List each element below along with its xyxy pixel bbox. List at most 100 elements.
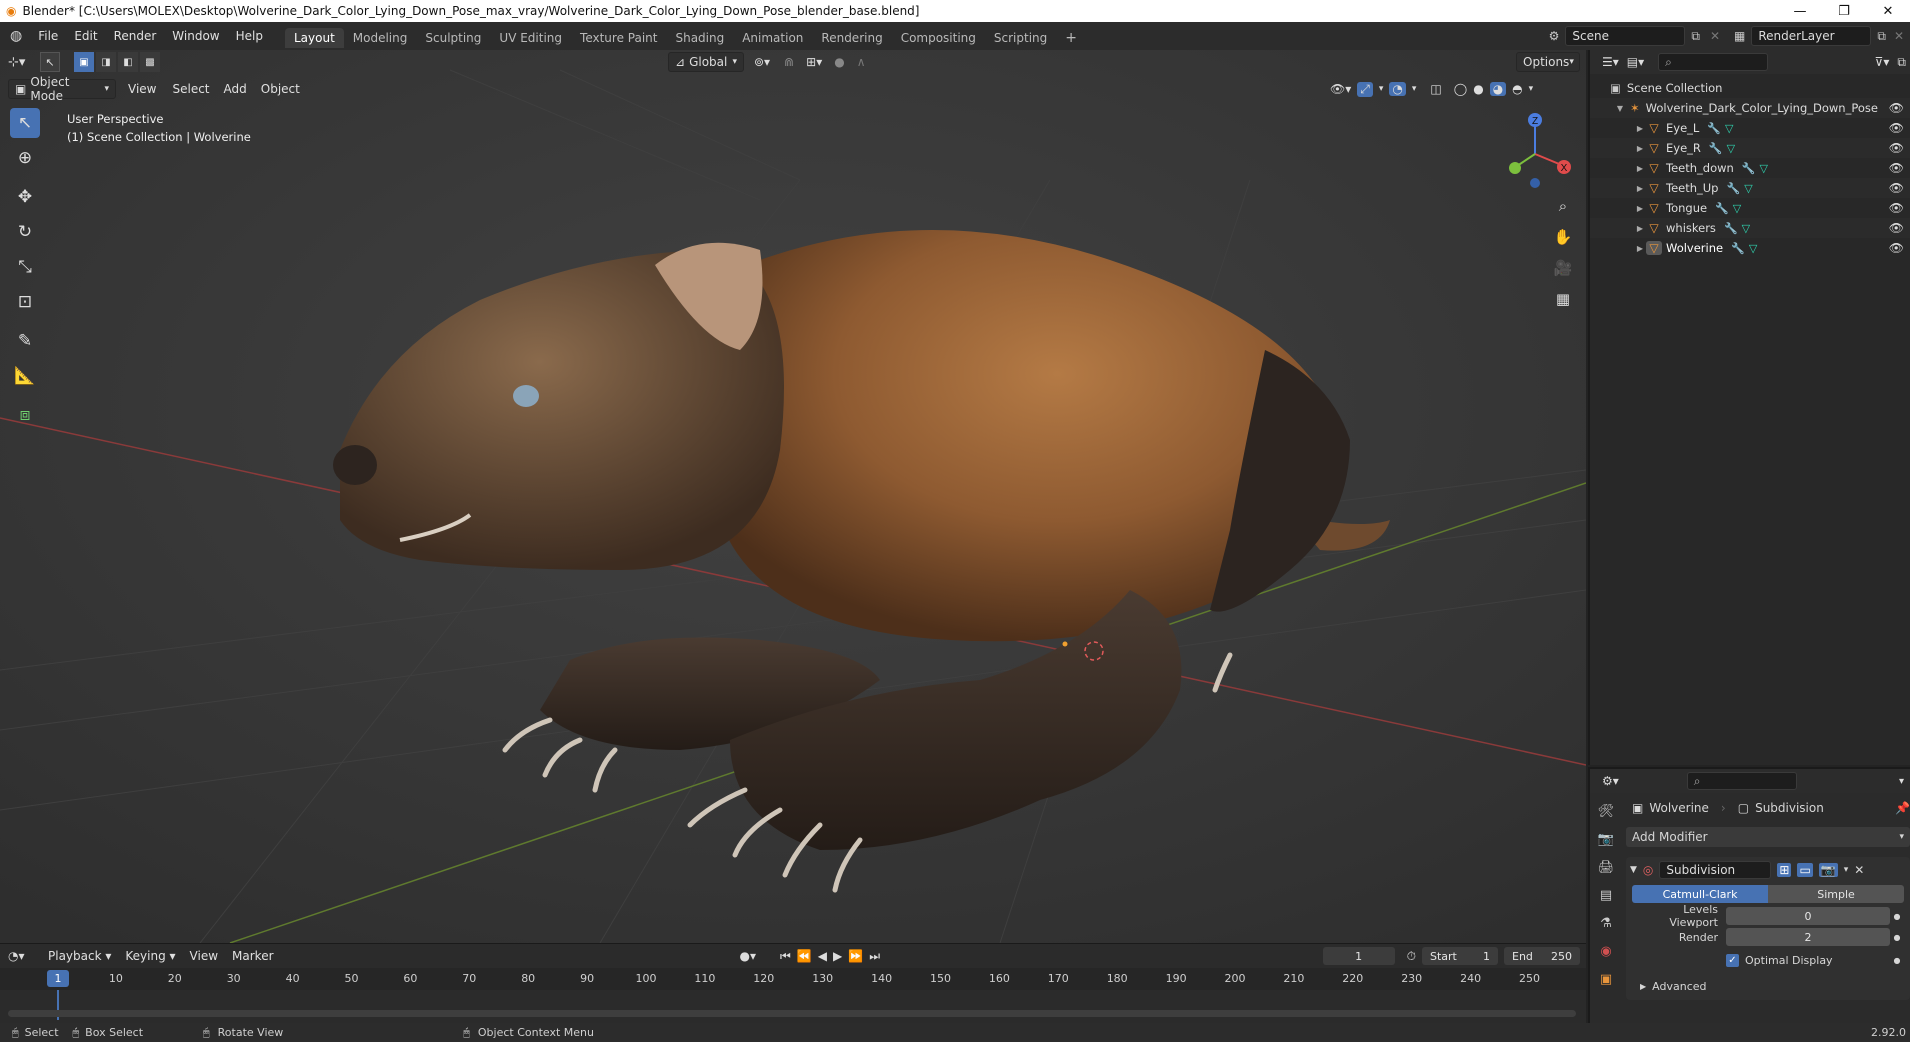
- tab-animation[interactable]: Animation: [733, 28, 812, 48]
- select-extend-icon[interactable]: ◨: [96, 52, 116, 72]
- editor-type-icon[interactable]: ⊹▾: [8, 55, 36, 70]
- tab-object[interactable]: ▣: [1594, 967, 1618, 991]
- remove-modifier-icon[interactable]: ✕: [1854, 863, 1864, 877]
- minimize-button[interactable]: —: [1778, 4, 1822, 19]
- mesh-data-icon[interactable]: ▽: [1744, 182, 1752, 195]
- menu-help[interactable]: Help: [228, 22, 271, 50]
- expand-arrow-icon[interactable]: ▶: [1634, 164, 1646, 173]
- expand-arrow-icon[interactable]: ▶: [1634, 204, 1646, 213]
- outliner-row-collection[interactable]: ▼ ✶ Wolverine_Dark_Color_Lying_Down_Pose…: [1590, 98, 1910, 118]
- overlay-toggle-icon[interactable]: ◔: [1389, 82, 1406, 96]
- modifier-wrench-icon[interactable]: 🔧: [1709, 142, 1723, 155]
- timeline-scrollbar[interactable]: [8, 1010, 1576, 1017]
- jump-start-icon[interactable]: ⏮: [780, 949, 791, 964]
- camera-view-button[interactable]: 🎥: [1551, 256, 1575, 280]
- scene-field[interactable]: Scene: [1565, 26, 1686, 46]
- properties-editor-icon[interactable]: ⚙▾: [1602, 774, 1619, 788]
- pin-icon[interactable]: 📌: [1895, 801, 1910, 815]
- start-frame-field[interactable]: Start 1: [1422, 947, 1498, 965]
- tab-output[interactable]: 🖨: [1594, 855, 1618, 879]
- renderlayer-field[interactable]: RenderLayer: [1751, 26, 1872, 46]
- tab-layout[interactable]: Layout: [284, 28, 344, 48]
- outliner-row-object[interactable]: ▶ ▽ Eye_L 🔧 ▽ 👁: [1590, 118, 1910, 138]
- viewport-menu-object[interactable]: Object: [257, 78, 304, 100]
- keying-menu[interactable]: Keying ▾: [121, 944, 179, 968]
- select-intersect-icon[interactable]: ▩: [140, 52, 160, 72]
- stopwatch-icon[interactable]: ⏱: [1407, 949, 1416, 964]
- outliner-search[interactable]: ⌕: [1658, 53, 1769, 71]
- tab-render[interactable]: 📷: [1594, 827, 1618, 851]
- viewport-toggle-icon[interactable]: ▭: [1797, 863, 1813, 877]
- viewport-menu-view[interactable]: View: [120, 78, 164, 100]
- modifier-menu-icon[interactable]: ▾: [1844, 865, 1849, 875]
- snap-target-icon[interactable]: ⊞▾: [802, 55, 826, 69]
- edit-mode-toggle-icon[interactable]: ⊞: [1777, 863, 1792, 877]
- keyframe-dot-icon[interactable]: ●: [1890, 956, 1904, 965]
- modifier-wrench-icon[interactable]: 🔧: [1731, 242, 1745, 255]
- menu-edit[interactable]: Edit: [66, 22, 105, 50]
- solid-shading-icon[interactable]: ●: [1473, 82, 1483, 96]
- simple-button[interactable]: Simple: [1768, 885, 1904, 903]
- snap-icon[interactable]: ⋒: [780, 55, 798, 69]
- gizmo-dropdown-icon[interactable]: ▾: [1379, 84, 1384, 94]
- collapse-arrow-icon[interactable]: ▼: [1630, 865, 1637, 875]
- tweak-tool-icon[interactable]: ↖: [40, 52, 60, 72]
- display-mode-icon[interactable]: ▤▾: [1627, 55, 1644, 69]
- menu-render[interactable]: Render: [106, 22, 165, 50]
- outliner-row-scene-collection[interactable]: ▣ Scene Collection: [1590, 78, 1910, 98]
- tab-scripting[interactable]: Scripting: [985, 28, 1056, 48]
- timeline-view-menu[interactable]: View: [186, 944, 222, 968]
- navigation-gizmo[interactable]: Z X: [1494, 108, 1576, 190]
- playback-menu[interactable]: Playback ▾: [44, 944, 115, 968]
- viewport-menu-add[interactable]: Add: [218, 78, 253, 100]
- eye-icon[interactable]: 👁: [1889, 241, 1904, 255]
- close-window-button[interactable]: ✕: [1866, 4, 1910, 19]
- outliner-row-object[interactable]: ▶ ▽ Eye_R 🔧 ▽ 👁: [1590, 138, 1910, 158]
- mesh-data-icon[interactable]: ▽: [1760, 162, 1768, 175]
- tab-view-layer[interactable]: ▤: [1594, 883, 1618, 907]
- mesh-data-icon[interactable]: ▽: [1727, 142, 1735, 155]
- play-icon[interactable]: ▶: [833, 949, 842, 963]
- outliner-row-object[interactable]: ▶ ▽ Teeth_down 🔧 ▽ 👁: [1590, 158, 1910, 178]
- tab-uv-editing[interactable]: UV Editing: [490, 28, 571, 48]
- 3d-viewport[interactable]: ⊹▾ ↖ ▣ ◨ ◧ ▩ ▣ Object Mode ▾ View Select…: [0, 50, 1586, 943]
- tab-shading[interactable]: Shading: [666, 28, 733, 48]
- optimal-display-checkbox[interactable]: ✓: [1726, 953, 1739, 967]
- restore-button[interactable]: ❐: [1822, 4, 1866, 19]
- eye-icon[interactable]: 👁: [1889, 141, 1904, 155]
- gizmo-toggle-icon[interactable]: ⤢: [1357, 81, 1373, 97]
- new-scene-icon[interactable]: ⧉: [1685, 29, 1706, 44]
- mesh-data-icon[interactable]: ▽: [1749, 242, 1757, 255]
- pan-view-button[interactable]: ✋: [1551, 225, 1575, 249]
- mesh-data-icon[interactable]: ▽: [1733, 202, 1741, 215]
- outliner-row-object-active[interactable]: ▶ ▽ Wolverine 🔧 ▽ 👁: [1590, 238, 1910, 258]
- select-new-icon[interactable]: ▣: [74, 52, 94, 72]
- eye-icon[interactable]: 👁: [1889, 181, 1904, 195]
- select-box-tool[interactable]: ↖: [10, 108, 40, 138]
- render-levels-field[interactable]: 2: [1726, 928, 1890, 946]
- overlay-dropdown-icon[interactable]: ▾: [1412, 84, 1417, 94]
- delete-scene-icon[interactable]: ✕: [1706, 29, 1724, 43]
- marker-menu[interactable]: Marker: [228, 944, 277, 968]
- shading-dropdown-icon[interactable]: ▾: [1529, 84, 1534, 94]
- xray-icon[interactable]: ◫: [1430, 82, 1441, 96]
- frame-ruler[interactable]: 10 20 30 40 50 60 70 80 90 100 110 120 130 140 150 160 1…: [0, 968, 1586, 990]
- new-renderlayer-icon[interactable]: ⧉: [1871, 29, 1892, 44]
- expand-arrow-icon[interactable]: ▼: [1614, 104, 1626, 113]
- filter-icon[interactable]: ⊽▾: [1875, 55, 1890, 69]
- measure-tool[interactable]: 📐: [10, 361, 40, 391]
- tab-modeling[interactable]: Modeling: [344, 28, 417, 48]
- outliner-row-object[interactable]: ▶ ▽ Tongue 🔧 ▽ 👁: [1590, 198, 1910, 218]
- visibility-icon[interactable]: 👁▾: [1330, 82, 1351, 96]
- object-mode-dropdown[interactable]: ▣ Object Mode ▾: [8, 75, 116, 103]
- modifier-wrench-icon[interactable]: 🔧: [1707, 122, 1721, 135]
- levels-viewport-field[interactable]: 0: [1726, 907, 1890, 925]
- modifier-wrench-icon[interactable]: 🔧: [1715, 202, 1729, 215]
- new-collection-icon[interactable]: ⧉: [1897, 55, 1910, 70]
- rendered-shading-icon[interactable]: ◓: [1512, 82, 1522, 96]
- orientation-dropdown[interactable]: ⊿ Global ▾: [668, 52, 744, 72]
- menu-window[interactable]: Window: [164, 22, 227, 50]
- prev-keyframe-icon[interactable]: ⏪: [797, 949, 812, 963]
- keyframe-dot-icon[interactable]: ●: [1890, 933, 1904, 942]
- proportional-edit-icon[interactable]: ●: [830, 55, 848, 69]
